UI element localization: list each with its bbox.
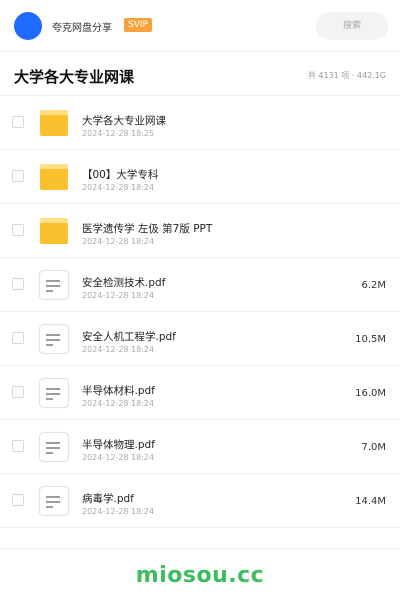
file-name: 安全检测技术.pdf xyxy=(82,277,166,289)
file-row[interactable]: 病毒学.pdf 2024-12-28 18:24 14.4M xyxy=(0,474,400,528)
select-checkbox[interactable] xyxy=(12,278,24,290)
footer: miosou.cc xyxy=(0,548,400,600)
select-checkbox[interactable] xyxy=(12,332,24,344)
share-header: 夸克网盘分享 SVIP xyxy=(0,0,400,52)
select-checkbox[interactable] xyxy=(12,386,24,398)
file-date: 2024-12-28 18:24 xyxy=(82,507,155,516)
folder-icon xyxy=(40,164,68,190)
file-date: 2024-12-28 18:24 xyxy=(82,183,155,192)
file-date: 2024-12-28 18:24 xyxy=(82,453,155,462)
file-name: 病毒学.pdf xyxy=(82,493,134,505)
file-date: 2024-12-28 18:24 xyxy=(82,345,155,354)
file-row[interactable]: 安全检测技术.pdf 2024-12-28 18:24 6.2M xyxy=(0,258,400,312)
document-icon xyxy=(38,323,70,355)
file-list: 大学各大专业网课 2024-12-28 18:25 【00】大学专科 2024-… xyxy=(0,96,400,528)
file-size: 16.0M xyxy=(355,388,386,399)
avatar[interactable] xyxy=(14,12,42,40)
file-date: 2024-12-28 18:24 xyxy=(82,237,155,246)
file-row[interactable]: 【00】大学专科 2024-12-28 18:24 xyxy=(0,150,400,204)
file-row[interactable]: 半导体物理.pdf 2024-12-28 18:24 7.0M xyxy=(0,420,400,474)
page-title: 大学各大专业网课 xyxy=(14,68,135,86)
watermark: miosou.cc xyxy=(135,563,265,588)
search-input[interactable] xyxy=(316,12,388,40)
folder-icon xyxy=(40,218,68,244)
select-checkbox[interactable] xyxy=(12,116,24,128)
document-icon xyxy=(38,377,70,409)
file-size: 7.0M xyxy=(361,442,386,453)
share-name: 夸克网盘分享 xyxy=(52,23,112,34)
file-name: 半导体材料.pdf xyxy=(82,385,155,397)
document-icon xyxy=(38,269,70,301)
folder-icon xyxy=(40,110,68,136)
file-size: 14.4M xyxy=(355,496,386,507)
document-icon xyxy=(38,431,70,463)
file-name: 安全人机工程学.pdf xyxy=(82,331,176,343)
folder-title-row: 大学各大专业网课 共 4131 项 · 442.1G xyxy=(0,53,400,96)
file-date: 2024-12-28 18:24 xyxy=(82,399,155,408)
select-checkbox[interactable] xyxy=(12,494,24,506)
select-checkbox[interactable] xyxy=(12,224,24,236)
file-name: 半导体物理.pdf xyxy=(82,439,155,451)
file-row[interactable]: 安全人机工程学.pdf 2024-12-28 18:24 10.5M xyxy=(0,312,400,366)
file-size: 10.5M xyxy=(355,334,386,345)
svip-badge: SVIP xyxy=(124,18,152,32)
file-name: 医学遗传学 左伋 第7版 PPT xyxy=(82,223,213,235)
file-date: 2024-12-28 18:24 xyxy=(82,291,155,300)
file-row[interactable]: 大学各大专业网课 2024-12-28 18:25 xyxy=(0,96,400,150)
file-date: 2024-12-28 18:25 xyxy=(82,129,155,138)
document-icon xyxy=(38,485,70,517)
select-checkbox[interactable] xyxy=(12,440,24,452)
file-row[interactable]: 医学遗传学 左伋 第7版 PPT 2024-12-28 18:24 xyxy=(0,204,400,258)
file-summary: 共 4131 项 · 442.1G xyxy=(307,71,386,80)
file-row[interactable]: 半导体材料.pdf 2024-12-28 18:24 16.0M xyxy=(0,366,400,420)
file-name: 大学各大专业网课 xyxy=(82,115,166,127)
file-size: 6.2M xyxy=(361,280,386,291)
file-name: 【00】大学专科 xyxy=(82,169,159,181)
select-checkbox[interactable] xyxy=(12,170,24,182)
